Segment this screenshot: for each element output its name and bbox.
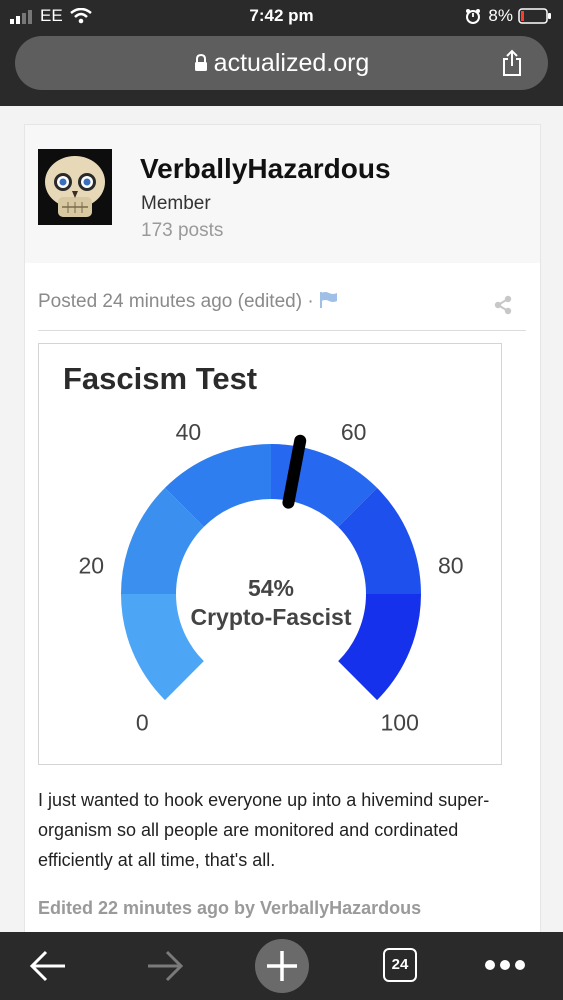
battery-icon (518, 8, 551, 24)
status-bar: EE 7:42 pm 8% (0, 0, 563, 32)
skull-avatar-image (38, 149, 112, 225)
gauge-category-text: Crypto-Fascist (190, 604, 351, 630)
author-panel: VerballyHazardous Member 173 posts (25, 125, 540, 263)
more-menu-icon[interactable] (483, 958, 527, 972)
carrier-label: EE (40, 6, 63, 25)
url-text: actualized.org (213, 49, 370, 77)
tabs-count-button[interactable]: 24 (383, 948, 417, 982)
battery-percentage: 8% (488, 6, 513, 25)
avatar[interactable] (38, 149, 112, 225)
alarm-icon (466, 9, 480, 24)
author-post-count: 173 posts (141, 220, 224, 241)
post-timestamp: Posted 24 minutes ago (edited) · (38, 291, 314, 312)
wifi-icon (70, 8, 92, 24)
gauge-tick-label: 20 (78, 553, 104, 579)
address-bar[interactable]: actualized.org (15, 36, 548, 90)
new-tab-plus-icon[interactable] (254, 938, 310, 994)
back-arrow-icon[interactable] (28, 949, 68, 983)
gauge-tick-label: 0 (136, 710, 149, 736)
gauge-tick-label: 40 (176, 419, 202, 445)
forward-arrow-icon[interactable] (145, 949, 185, 983)
post-meta: Posted 24 minutes ago (edited) · (38, 291, 339, 313)
author-role: Member (141, 193, 211, 214)
browser-address-area: actualized.org (0, 32, 563, 106)
signal-icon (10, 10, 32, 24)
address-text: actualized.org (15, 49, 548, 78)
lock-icon (194, 53, 207, 71)
gauge-tick-label: 100 (381, 710, 419, 736)
author-name[interactable]: VerballyHazardous (140, 153, 391, 185)
browser-toolbar: 24 (0, 932, 563, 1000)
post-divider (38, 330, 526, 331)
gauge-chart: 0 20 40 60 80 100 54% Crypto-Fascist (78, 419, 464, 736)
gauge-tick-label: 60 (341, 419, 367, 445)
gauge-tick-label: 80 (438, 553, 464, 579)
share-icon[interactable] (501, 49, 523, 77)
gauge-value-text: 54% (248, 575, 294, 601)
post-body: I just wanted to hook everyone up into a… (38, 790, 490, 870)
quiz-result-image: Fascism Test 0 20 40 60 80 100 54% Crypto-Fas… (38, 343, 502, 765)
gauge-segments (121, 444, 421, 701)
edit-note: Edited 22 minutes ago by VerballyHazardo… (38, 898, 422, 918)
page-content: VerballyHazardous Member 173 posts Poste… (0, 106, 563, 946)
flag-icon[interactable] (319, 291, 339, 309)
forum-post: VerballyHazardous Member 173 posts Poste… (24, 124, 541, 946)
post-share-icon[interactable] (493, 295, 513, 315)
